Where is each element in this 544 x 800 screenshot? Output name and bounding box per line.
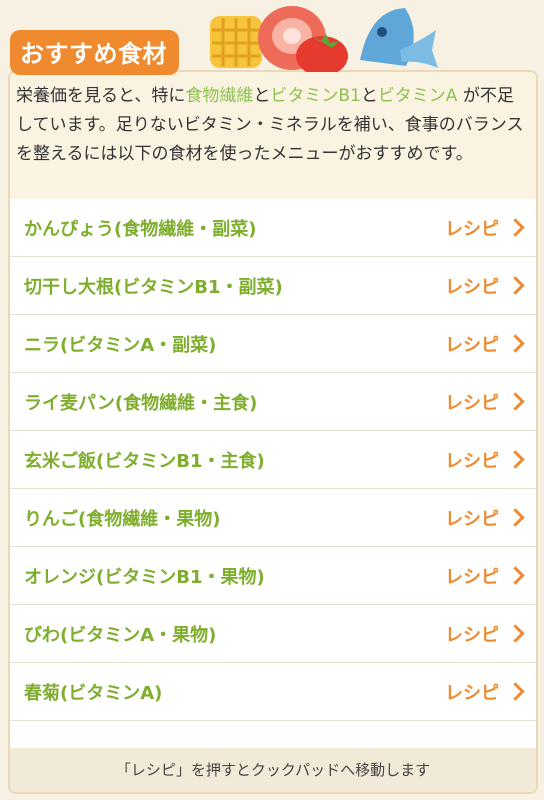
food-name: オレンジ(ビタミンB1・果物): [24, 566, 265, 588]
recipe-label: レシピ: [445, 624, 499, 646]
recipe-label: レシピ: [445, 334, 499, 356]
recipe-label: レシピ: [445, 566, 499, 588]
recipe-link[interactable]: レシピ: [445, 447, 525, 473]
food-name: りんご(食物繊維・果物): [24, 508, 221, 530]
recipe-link[interactable]: レシピ: [445, 389, 525, 415]
footer-note: 「レシピ」を押すとクックパッドへ移動します: [10, 748, 536, 792]
food-row[interactable]: ニラ(ビタミンA・副菜) レシピ: [10, 315, 536, 373]
food-row[interactable]: りんご(食物繊維・果物) レシピ: [10, 489, 536, 547]
intro-part: と: [253, 86, 271, 106]
food-row[interactable]: かんぴょう(食物繊維・副菜) レシピ: [10, 199, 536, 257]
food-row[interactable]: 春菊(ビタミンA) レシピ: [10, 663, 536, 721]
chevron-right-icon: [506, 566, 525, 585]
food-name: びわ(ビタミンA・果物): [24, 624, 217, 646]
chevron-right-icon: [506, 276, 525, 295]
recipe-label: レシピ: [445, 218, 499, 240]
recipe-link[interactable]: レシピ: [445, 331, 525, 357]
food-name: ライ麦パン(食物繊維・主食): [24, 392, 258, 414]
food-list: かんぴょう(食物繊維・副菜) レシピ 切干し大根(ビタミンB1・副菜) レシピ ニラ…: [10, 199, 536, 721]
food-row[interactable]: 切干し大根(ビタミンB1・副菜) レシピ: [10, 257, 536, 315]
food-row[interactable]: ライ麦パン(食物繊維・主食) レシピ: [10, 373, 536, 431]
food-name: 切干し大根(ビタミンB1・副菜): [24, 276, 283, 298]
chevron-right-icon: [506, 682, 525, 701]
nutrient-highlight-fiber: 食物繊維: [185, 86, 254, 106]
fish-icon: [360, 8, 438, 68]
nutrient-highlight-a: ビタミンA: [377, 86, 458, 106]
chevron-right-icon: [506, 508, 525, 527]
recipe-label: レシピ: [445, 450, 499, 472]
recipe-link[interactable]: レシピ: [445, 215, 525, 241]
chevron-right-icon: [506, 334, 525, 353]
recipe-label: レシピ: [445, 508, 499, 530]
nutrient-highlight-b1: ビタミンB1: [270, 86, 361, 106]
recipe-link[interactable]: レシピ: [445, 273, 525, 299]
header: おすすめ食材: [0, 0, 544, 75]
intro-text: 栄養価を見ると、特に食物繊維とビタミンB1とビタミンA が不足しています。足りな…: [10, 72, 536, 199]
recipe-label: レシピ: [445, 682, 499, 704]
chevron-right-icon: [506, 392, 525, 411]
food-row[interactable]: びわ(ビタミンA・果物) レシピ: [10, 605, 536, 663]
recipe-link[interactable]: レシピ: [445, 679, 525, 705]
recommended-foods-panel: 栄養価を見ると、特に食物繊維とビタミンB1とビタミンA が不足しています。足りな…: [8, 70, 538, 794]
waffle-icon: [210, 16, 262, 68]
food-name: 玄米ご飯(ビタミンB1・主食): [24, 450, 265, 472]
intro-part: と: [360, 86, 378, 106]
chevron-right-icon: [506, 218, 525, 237]
recipe-label: レシピ: [445, 392, 499, 414]
recipe-link[interactable]: レシピ: [445, 563, 525, 589]
chevron-right-icon: [506, 450, 525, 469]
chevron-right-icon: [506, 624, 525, 643]
food-name: かんぴょう(食物繊維・副菜): [24, 218, 257, 240]
food-name: 春菊(ビタミンA): [24, 682, 163, 704]
recipe-link[interactable]: レシピ: [445, 505, 525, 531]
food-row[interactable]: オレンジ(ビタミンB1・果物) レシピ: [10, 547, 536, 605]
food-illustration: [210, 6, 438, 72]
food-name: ニラ(ビタミンA・副菜): [24, 334, 217, 356]
recipe-label: レシピ: [445, 276, 499, 298]
page-title: おすすめ食材: [10, 30, 179, 75]
intro-part: 栄養価を見ると、特に: [16, 86, 186, 106]
recipe-link[interactable]: レシピ: [445, 621, 525, 647]
food-row[interactable]: 玄米ご飯(ビタミンB1・主食) レシピ: [10, 431, 536, 489]
